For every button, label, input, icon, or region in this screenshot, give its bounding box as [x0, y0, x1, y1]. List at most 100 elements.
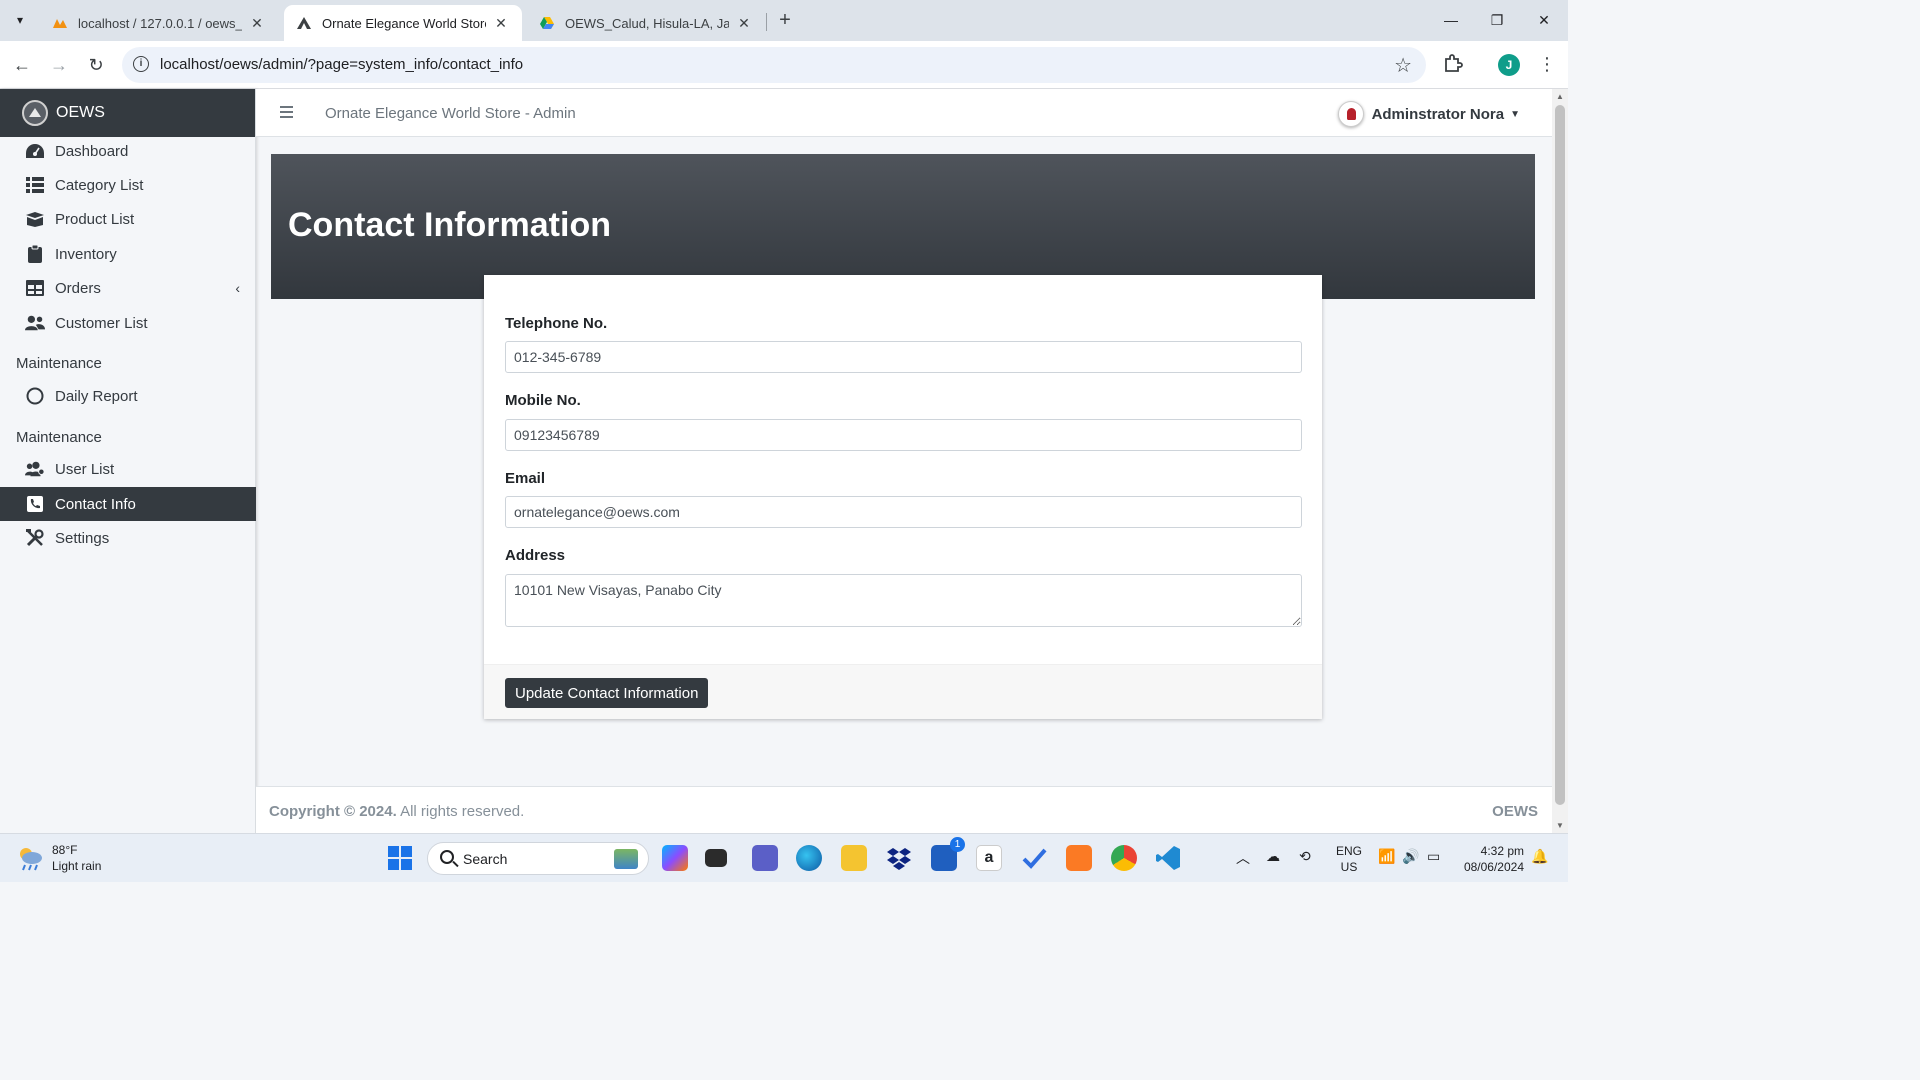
brand-link[interactable]: OEWS [0, 89, 255, 137]
site-info-icon[interactable]: i [133, 56, 149, 72]
sidebar-section-header: Maintenance [16, 429, 102, 446]
contact-info-card: Telephone No. Mobile No. Email Address 1… [484, 275, 1322, 719]
sidebar-item-label: Daily Report [55, 387, 138, 405]
sidebar-item-settings[interactable]: Settings [0, 521, 256, 555]
forward-arrow-icon[interactable]: → [45, 51, 73, 79]
telephone-input[interactable] [505, 341, 1302, 373]
circle-icon [25, 386, 45, 406]
chrome-icon[interactable] [1111, 845, 1137, 871]
scrollbar-thumb[interactable] [1555, 105, 1565, 805]
notification-badge: 1 [950, 837, 965, 852]
copyright-text: Copyright © 2024. All rights reserved. [269, 803, 524, 820]
close-icon[interactable]: ✕ [735, 15, 753, 32]
xampp-icon[interactable] [1066, 845, 1092, 871]
battery-icon[interactable]: ▭ [1427, 848, 1440, 865]
tab-title: Ornate Elegance World Store [322, 15, 486, 31]
scroll-up-arrow-icon[interactable]: ▲ [1556, 92, 1564, 101]
edge-browser-icon[interactable] [796, 845, 822, 871]
clipboard-icon [25, 244, 45, 264]
top-navbar: Ornate Elegance World Store - Admin Admi… [256, 89, 1552, 137]
new-tab-plus-icon[interactable]: + [772, 8, 798, 34]
sidebar-item-contact-info[interactable]: Contact Info [0, 487, 256, 521]
google-drive-icon [539, 15, 555, 31]
page-scrollbar[interactable]: ▲ ▼ [1552, 89, 1568, 833]
bookmark-star-icon[interactable]: ☆ [1394, 53, 1412, 78]
caret-down-icon: ▼ [1510, 108, 1520, 120]
hamburger-menu-icon[interactable] [280, 106, 293, 119]
address-bar[interactable]: i localhost/oews/admin/?page=system_info… [122, 47, 1426, 83]
file-explorer-icon[interactable] [841, 845, 867, 871]
clock-time: 4:32 pm [1480, 844, 1524, 858]
todo-check-icon[interactable] [1021, 845, 1047, 871]
close-icon[interactable]: ✕ [248, 15, 266, 32]
tab-search-chevron-icon[interactable]: ▾ [6, 7, 34, 33]
tab-divider [766, 13, 767, 31]
sidebar-item-label: Product List [55, 210, 135, 228]
close-icon[interactable]: ✕ [492, 15, 510, 32]
microsoft-store-icon[interactable]: 1 [931, 837, 965, 871]
vscode-icon[interactable] [1155, 845, 1181, 871]
tab-google-drive[interactable]: OEWS_Calud, Hisula-LA, Jayecti ✕ [527, 5, 765, 41]
user-dropdown[interactable]: Adminstrator Nora ▼ [1337, 101, 1520, 127]
notification-bell-icon[interactable]: 🔔 [1531, 848, 1548, 865]
tools-icon [25, 528, 45, 548]
tab-ornate-elegance[interactable]: Ornate Elegance World Store ✕ [284, 5, 522, 41]
rain-cloud-icon [16, 845, 44, 871]
show-hidden-icons-chevron-icon[interactable]: ︿ [1236, 848, 1250, 868]
wifi-icon[interactable]: 📶 [1378, 848, 1395, 865]
back-arrow-icon[interactable]: ← [8, 51, 36, 79]
sidebar-item-user-list[interactable]: User List [0, 452, 256, 486]
amazon-icon[interactable]: a [976, 845, 1002, 871]
profile-avatar[interactable]: J [1498, 54, 1520, 76]
card-footer: Update Contact Information [484, 664, 1322, 719]
language-indicator[interactable]: ENG US [1336, 843, 1362, 875]
lang-code: ENG [1336, 844, 1363, 858]
user-name: Adminstrator Nora [1371, 105, 1505, 123]
windows-start-icon[interactable] [387, 845, 413, 871]
restore-icon[interactable]: ❐ [1475, 6, 1519, 34]
onedrive-cloud-icon[interactable]: ☁ [1266, 848, 1280, 865]
sync-icon[interactable]: ⟲ [1299, 848, 1311, 865]
extensions-puzzle-icon[interactable] [1442, 51, 1466, 75]
sidebar-item-product-list[interactable]: Product List [0, 202, 256, 236]
sidebar-item-inventory[interactable]: Inventory [0, 237, 256, 271]
address-textarea[interactable]: 10101 New Visayas, Panabo City [505, 574, 1302, 627]
system-clock[interactable]: 4:32 pm 08/06/2024 [1456, 843, 1524, 875]
mobile-input[interactable] [505, 419, 1302, 451]
update-contact-button[interactable]: Update Contact Information [505, 678, 709, 708]
sidebar-item-category-list[interactable]: Category List [0, 168, 256, 202]
teams-icon[interactable] [752, 845, 778, 871]
sidebar-item-customer-list[interactable]: Customer List [0, 306, 256, 340]
region-code: US [1340, 860, 1358, 874]
dropbox-icon[interactable] [886, 845, 912, 871]
browser-tab-bar: ▾ localhost / 127.0.0.1 / oews_db ✕ Orna… [0, 0, 1568, 41]
volume-icon[interactable]: 🔊 [1402, 848, 1419, 865]
tab-phpmyadmin[interactable]: localhost / 127.0.0.1 / oews_db ✕ [40, 5, 278, 41]
sidebar-item-orders[interactable]: Orders ‹ [0, 271, 256, 305]
minimize-icon[interactable]: — [1429, 6, 1473, 34]
sidebar-item-label: Contact Info [55, 495, 136, 513]
browser-toolbar: ← → ↻ i localhost/oews/admin/?page=syste… [0, 41, 1568, 89]
weather-desc: Light rain [52, 859, 102, 873]
browser-menu-icon[interactable]: ⋮ [1538, 54, 1556, 74]
tab-title: localhost / 127.0.0.1 / oews_db [78, 15, 242, 31]
task-view-icon[interactable] [705, 849, 727, 867]
sidebar-item-label: Settings [55, 529, 110, 547]
box-icon [25, 209, 45, 229]
reload-icon[interactable]: ↻ [82, 51, 110, 79]
weather-widget[interactable]: 88°F Light rain [16, 842, 101, 874]
weather-temp: 88°F [52, 843, 78, 857]
windows-taskbar: 88°F Light rain Search 1 a ︿ ☁ ⟲ ENG US … [0, 833, 1568, 882]
copilot-icon[interactable] [662, 845, 688, 871]
sidebar-section-header: Maintenance [16, 355, 102, 372]
email-input[interactable] [505, 496, 1302, 528]
sidebar-item-dashboard[interactable]: Dashboard [0, 134, 256, 168]
chevron-left-icon[interactable]: ‹ [235, 280, 240, 296]
taskbar-search[interactable]: Search [427, 842, 649, 875]
window-close-icon[interactable]: ✕ [1522, 6, 1566, 34]
url-text[interactable]: localhost/oews/admin/?page=system_info/c… [160, 56, 523, 73]
copyright-bold: Copyright © 2024. [269, 803, 397, 820]
clock-date: 08/06/2024 [1463, 860, 1524, 874]
scroll-down-arrow-icon[interactable]: ▼ [1556, 821, 1564, 830]
sidebar-item-daily-report[interactable]: Daily Report [0, 379, 256, 413]
